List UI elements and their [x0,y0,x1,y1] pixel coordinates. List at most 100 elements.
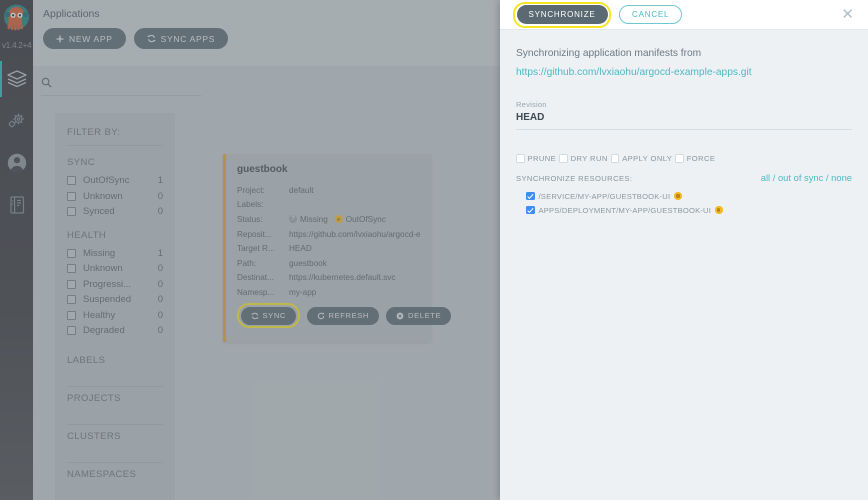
filter-label-progressing: Progressi... [83,278,132,290]
application-name: guestbook [237,164,288,175]
sidebar-item-documentation[interactable] [0,184,33,226]
option-label-prune: PRUNE [527,154,557,163]
card-sync-button[interactable]: SYNC [240,306,296,325]
checkbox-sync-unknown[interactable] [67,191,76,201]
book-icon [9,196,24,214]
checkbox-outofsync[interactable] [67,176,76,186]
option-label-force: FORCE [686,154,716,163]
filter-section-clusters[interactable]: CLUSTERS [67,431,163,463]
checkbox-dry-run[interactable] [559,154,568,163]
card-delete-button[interactable]: DELETE [386,306,452,325]
revision-value[interactable]: HEAD [516,112,852,130]
checkbox-force[interactable] [675,154,684,163]
new-app-label: NEW APP [69,33,113,44]
filter-group-label-health: HEALTH [67,229,107,241]
card-row-destination: Destinat... https://kubernetes.default.s… [237,271,420,286]
checkbox-resource-deployment[interactable] [526,205,535,215]
application-card-guestbook[interactable]: guestbook Project: default Labels: Statu… [223,154,452,342]
filter-row-sync-unknown[interactable]: Unknown 0 [67,189,163,205]
missing-icon: ? [289,215,297,224]
gears-icon [8,113,24,128]
filter-row-degraded[interactable]: Degraded 0 [67,323,163,339]
card-row-path: Path: guestbook [237,256,420,271]
option-label-dry-run: DRY RUN [570,154,608,163]
card-key-status: Status: [237,214,263,224]
sidebar-item-user-info[interactable] [0,142,33,184]
resource-label-service: /SERVICE/MY-APP/GUESTBOOK-UI [538,191,671,201]
resource-item-service[interactable]: /SERVICE/MY-APP/GUESTBOOK-UI [526,189,852,203]
filter-label-suspended: Suspended [83,294,132,306]
plus-icon [56,35,64,42]
health-status-badge: ? Missing [289,215,328,224]
filter-label-sync-unknown: Unknown [83,190,123,202]
out-of-sync-icon [334,215,343,224]
sync-status-badge: OutOfSync [334,215,386,224]
checkbox-prune[interactable] [516,154,525,163]
sidebar-item-applications[interactable] [0,58,33,100]
search-bar[interactable] [41,76,201,96]
card-value-status: ? Missing OutOfSync [289,215,420,224]
filter-count-synced: 0 [157,206,163,218]
option-apply-only[interactable]: APPLY ONLY [610,154,673,163]
filter-label-synced: Synced [83,206,115,218]
select-out-of-sync-link[interactable]: out of sync [778,172,823,183]
sidebar-item-settings[interactable] [0,100,33,142]
health-status-label: Missing [300,214,328,224]
filter-row-suspended[interactable]: Suspended 0 [67,292,163,308]
filter-section-namespaces[interactable]: NAMESPACES [67,469,163,500]
card-key-namespace: Namesp... [237,287,275,297]
card-refresh-button[interactable]: REFRESH [306,306,379,325]
out-of-sync-icon [715,206,723,214]
card-key-target-revision: Target R... [237,244,275,254]
sync-icon [250,312,259,319]
filter-count-degraded: 0 [157,325,163,337]
filter-row-health-unknown[interactable]: Unknown 0 [67,261,163,277]
select-none-link[interactable]: none [831,172,852,183]
filter-row-outofsync[interactable]: OutOfSync 1 [67,173,163,189]
new-app-button[interactable]: NEW APP [43,28,126,49]
checkbox-health-unknown[interactable] [67,264,76,274]
select-all-link[interactable]: all [761,172,770,183]
filter-row-healthy[interactable]: Healthy 0 [67,308,163,324]
filter-panel: FILTER BY: SYNC OutOfSync 1 Unknown 0 Sy… [55,113,175,500]
repository-url-link[interactable]: https://github.com/lvxiaohu/argocd-examp… [516,67,752,78]
filter-row-missing[interactable]: Missing 1 [67,246,163,262]
card-sync-label: SYNC [262,311,286,320]
close-icon[interactable]: ✕ [837,5,858,24]
checkbox-synced[interactable] [67,207,76,217]
filter-row-synced[interactable]: Synced 0 [67,204,163,220]
card-row-namespace: Namesp... my-app [237,285,420,300]
card-row-status: Status: ? Missing OutOfSync [237,212,420,227]
checkbox-healthy[interactable] [67,310,76,320]
filter-label-missing: Missing [83,247,116,259]
checkbox-suspended[interactable] [67,295,76,305]
sync-panel: SYNCHRONIZE CANCEL ✕ Synchronizing appli… [500,0,868,500]
filter-count-health-unknown: 0 [157,263,163,275]
resource-item-deployment[interactable]: APPS/DEPLOYMENT/MY-APP/GUESTBOOK-UI [526,203,852,217]
option-prune[interactable]: PRUNE [516,154,556,163]
card-row-target-revision: Target R... HEAD [237,241,420,256]
filter-label-healthy: Healthy [83,309,116,321]
card-key-repository: Reposit... [237,229,272,239]
argo-logo[interactable] [0,0,33,40]
checkbox-resource-service[interactable] [526,191,535,201]
filter-row-progressing[interactable]: Progressi... 0 [67,277,163,293]
option-dry-run[interactable]: DRY RUN [559,154,608,163]
checkbox-missing[interactable] [67,248,76,258]
filter-section-projects[interactable]: PROJECTS [67,393,163,425]
filter-panel-title: FILTER BY: [67,127,163,146]
synchronize-button[interactable]: SYNCHRONIZE [516,5,608,24]
card-value-path: guestbook [289,258,327,268]
cancel-button[interactable]: CANCEL [619,5,683,24]
checkbox-degraded[interactable] [67,326,76,336]
filter-group-sync: SYNC OutOfSync 1 Unknown 0 Synced 0 [67,157,163,220]
checkbox-progressing[interactable] [67,279,76,289]
filter-section-labels[interactable]: LABELS [67,355,163,387]
card-value-namespace: my-app [289,287,317,297]
separator-2: / [823,172,832,183]
sync-apps-button[interactable]: SYNC APPS [133,28,229,49]
checkbox-apply-only[interactable] [610,154,620,163]
filter-count-progressing: 0 [157,278,163,290]
option-force[interactable]: FORCE [675,154,715,163]
search-input[interactable] [59,76,189,89]
